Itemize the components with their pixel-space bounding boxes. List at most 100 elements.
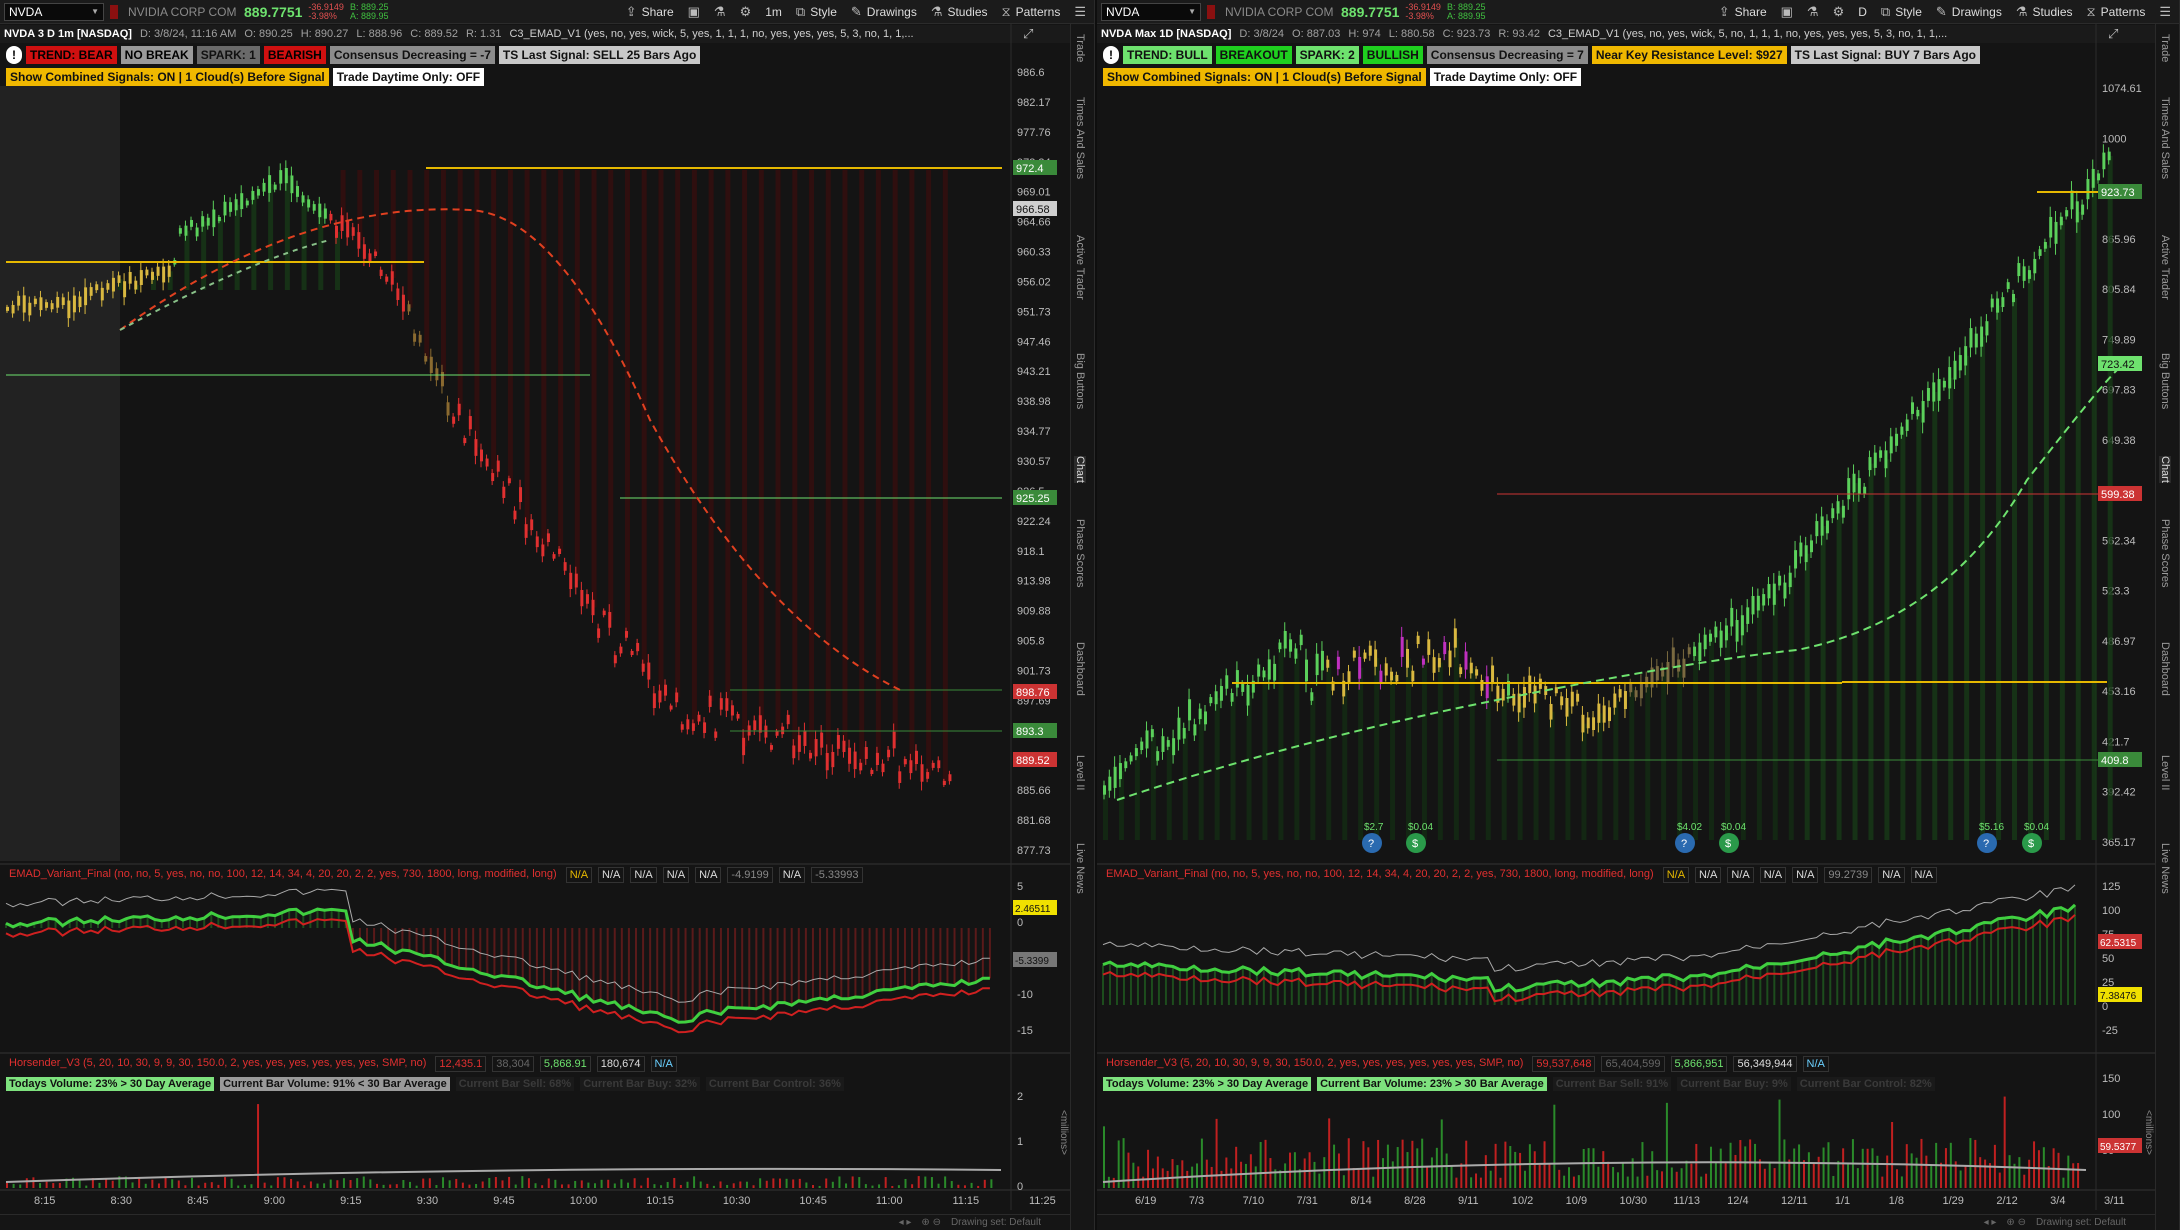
cloud-shade (1437, 662, 1443, 840)
volume-bar (1616, 1172, 1619, 1188)
volume-bar (1303, 1158, 1306, 1188)
indicator-name: EMAD_Variant_Final (no, no, 5, yes, no, … (1106, 868, 1654, 880)
sidebar-tab-level-ii[interactable]: Level II (1074, 755, 1086, 790)
dividend-dollar-icon[interactable]: $ (1406, 833, 1426, 853)
scroll-left-icon[interactable]: ◂ ▸ (1984, 1217, 1997, 1228)
volume-bar (230, 1178, 233, 1188)
time-axis-label: 10/30 (1620, 1195, 1648, 1207)
candle (1172, 738, 1176, 756)
sidebar-tab-active-trader[interactable]: Active Trader (1074, 235, 1086, 300)
candle (870, 769, 874, 775)
earnings-bulb-icon[interactable]: ? (1362, 833, 1382, 853)
candle (162, 266, 166, 283)
candle (942, 780, 946, 785)
sidebar-tab-chart[interactable]: Chart (2159, 456, 2171, 483)
candle (1118, 763, 1122, 780)
sidebar-tab-dashboard[interactable]: Dashboard (1074, 642, 1086, 696)
volume-bar (666, 1181, 669, 1188)
sidebar-tab-big-buttons[interactable]: Big Buttons (1074, 353, 1086, 409)
candle (1469, 662, 1473, 674)
candle (664, 684, 668, 696)
volume-bar (25, 1178, 28, 1188)
candle (2006, 282, 2010, 289)
earnings-bulb-icon[interactable]: ? (1977, 833, 1997, 853)
candle (1671, 647, 1675, 668)
candle (1427, 639, 1431, 655)
volume-axis-label: 150 (2102, 1073, 2120, 1085)
volume-bar (111, 1180, 114, 1188)
candle (1443, 642, 1447, 655)
candle (602, 610, 606, 616)
zoom-icon[interactable]: ⊕ ⊖ (921, 1217, 941, 1228)
cloud-shade (1517, 702, 1523, 840)
volume-bar (937, 1183, 940, 1188)
candle (463, 437, 467, 444)
volume-bar (1984, 1159, 1987, 1188)
drawing-set[interactable]: Drawing set: Default (2036, 1217, 2126, 1228)
volume-bar (1685, 1160, 1688, 1188)
candle (574, 573, 578, 588)
sidebar-tab-times-and-sales[interactable]: Times And Sales (2159, 97, 2171, 179)
candle (22, 295, 26, 313)
candle (1804, 545, 1808, 563)
sidebar-tab-big-buttons[interactable]: Big Buttons (2159, 353, 2171, 409)
candle (468, 416, 472, 430)
candle (2027, 270, 2031, 279)
volume-bar (838, 1176, 841, 1188)
time-axis-label: 10:15 (646, 1195, 674, 1207)
candle (351, 227, 355, 236)
drawing-set[interactable]: Drawing set: Default (951, 1217, 1041, 1228)
earnings-bulb-icon[interactable]: ? (1675, 833, 1695, 853)
indicator-value: N/A (1802, 1056, 1829, 1072)
candle (2001, 297, 2005, 308)
sidebar-tab-dashboard[interactable]: Dashboard (2159, 642, 2171, 696)
cloud-shade (708, 170, 714, 702)
candle (95, 284, 99, 291)
sidebar-tab-phase-scores[interactable]: Phase Scores (1074, 519, 1086, 587)
event-label: $0.04 (1408, 822, 1433, 833)
sidebar-tab-live-news[interactable]: Live News (2159, 843, 2171, 894)
time-axis-label: 8:30 (111, 1195, 132, 1207)
menu-button[interactable]: ☰ (1074, 4, 1086, 20)
time-axis-label: 11:00 (876, 1195, 903, 1207)
svg-text:$: $ (1412, 838, 1418, 850)
price-tag-label: 966.58 (1016, 204, 1050, 216)
chart-footer: ◂ ▸ ⊕ ⊖ Drawing set: Default (1097, 1214, 2156, 1230)
volume-bar (1563, 1175, 1566, 1188)
candle (1900, 426, 1904, 435)
cloud-shade (374, 170, 380, 254)
cloud-shade (407, 170, 413, 308)
price-chart[interactable]: 1074.611000923.73865.96805.84749.89697.8… (1097, 0, 2156, 1230)
volume-bar (422, 1178, 425, 1188)
sidebar-tab-trade[interactable]: Trade (2159, 34, 2171, 62)
candle (1841, 505, 1845, 518)
candle (1586, 717, 1590, 729)
volume-bar (1793, 1148, 1796, 1188)
sidebar-tab-chart[interactable]: Chart (1074, 456, 1086, 483)
volume-bar (1112, 1177, 1115, 1188)
candle (1278, 642, 1282, 650)
dividend-dollar-icon[interactable]: $ (1719, 833, 1739, 853)
candle (1448, 650, 1452, 668)
menu-button[interactable]: ☰ (2159, 4, 2171, 20)
dividend-dollar-icon[interactable]: $ (2022, 833, 2042, 853)
volume-bar (1587, 1148, 1590, 1188)
volume-bar (1695, 1143, 1698, 1188)
sidebar-tab-active-trader[interactable]: Active Trader (2159, 235, 2171, 300)
candle (78, 296, 82, 308)
sidebar-tab-phase-scores[interactable]: Phase Scores (2159, 519, 2171, 587)
sidebar-tab-live-news[interactable]: Live News (1074, 843, 1086, 894)
sidebar-tab-trade[interactable]: Trade (1074, 34, 1086, 62)
candle (1134, 748, 1138, 757)
sidebar-tab-level-ii[interactable]: Level II (2159, 755, 2171, 790)
sidebar-tab-times-and-sales[interactable]: Times And Sales (1074, 97, 1086, 179)
candle (2091, 168, 2095, 188)
candle (864, 747, 868, 759)
price-chart[interactable]: 986.6982.17977.76973.34969.01964.66960.3… (0, 0, 1071, 1230)
candle (1262, 670, 1266, 678)
scroll-left-icon[interactable]: ◂ ▸ (899, 1217, 912, 1228)
volume-bar (1430, 1157, 1433, 1188)
zoom-icon[interactable]: ⊕ ⊖ (2006, 1217, 2026, 1228)
candle (1230, 692, 1234, 702)
candle (1336, 656, 1340, 670)
